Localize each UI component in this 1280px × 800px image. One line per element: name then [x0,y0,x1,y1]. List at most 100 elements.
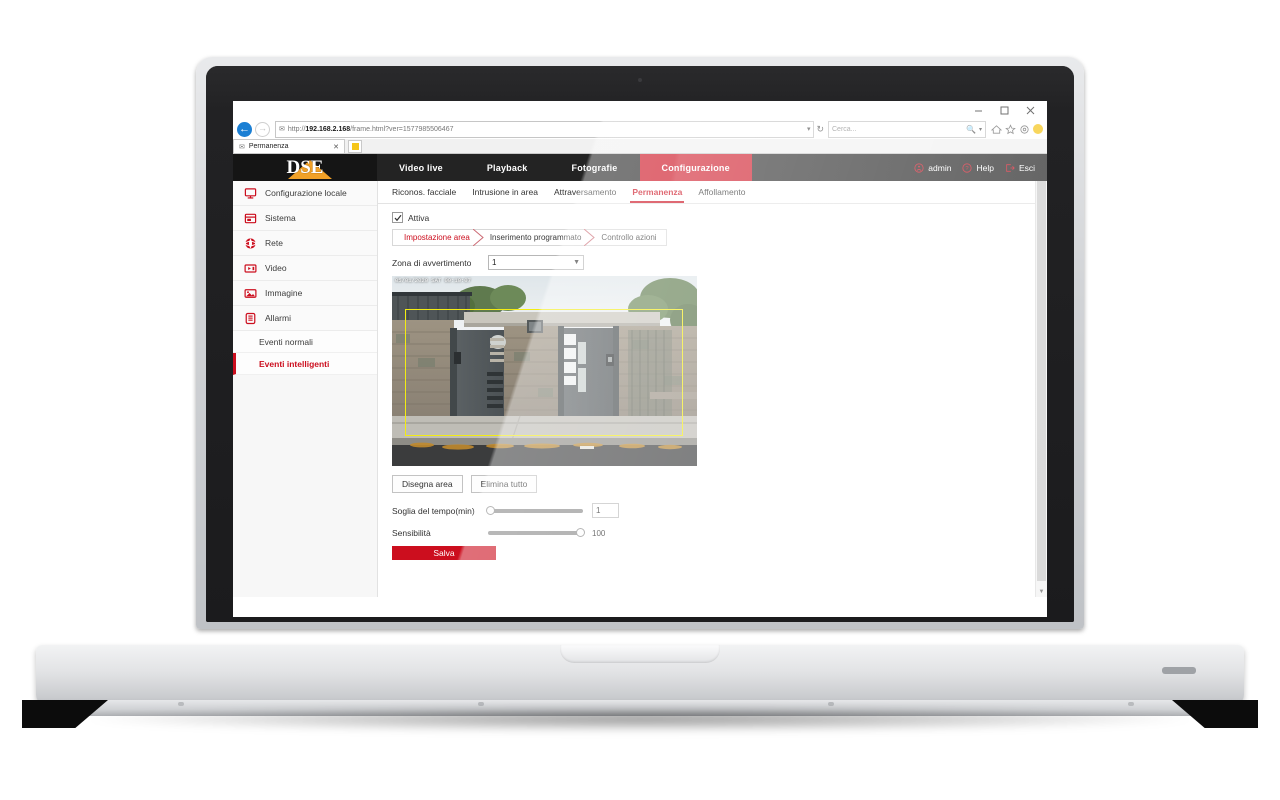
crumb-label: Inserimento programmato [489,233,582,242]
sidebar-item-sistema[interactable]: Sistema [233,206,377,231]
help-icon: ? [962,162,973,173]
refresh-icon[interactable]: ↻ [816,124,824,135]
crumb-arrow-icon [584,229,596,246]
screenshot-stage: ← → ✉ http:// 192.168.2.168 /frame.html?… [0,0,1280,800]
video-icon [244,263,257,273]
video-preview[interactable]: 05/01/2020 SAT 09:10:07 [392,276,697,466]
tab-intrusione-in-area[interactable]: Intrusione in area [464,181,546,203]
tab-attraversamento[interactable]: Attraversamento [546,181,624,203]
crumb-impostazione-area[interactable]: Impostazione area [392,229,484,246]
help-link[interactable]: ? Help [962,162,994,173]
detection-area-rectangle[interactable] [405,309,683,436]
url-path: /frame.html?ver=1577985506467 [350,125,454,133]
sidebar-item-configurazione-locale[interactable]: Configurazione locale [233,181,377,206]
back-icon[interactable]: ← [237,121,252,137]
browser-chrome: ← → ✉ http:// 192.168.2.168 /frame.html?… [233,101,1047,154]
sensitivity-row: Sensibilità 100 [392,528,1047,538]
user-menu[interactable]: admin [914,163,951,173]
sidebar-item-video[interactable]: Video [233,256,377,281]
sidebar-subitem-eventi-normali[interactable]: Eventi normali [233,331,377,353]
sidebar-item-immagine[interactable]: Immagine [233,281,377,306]
sidebar-item-allarmi[interactable]: Allarmi [233,306,377,331]
sidebar: Configurazione locale Sistema Rete Video [233,181,378,597]
page-icon: ✉ [239,143,245,151]
app-body: Configurazione locale Sistema Rete Video [233,181,1047,597]
base-port [1162,667,1196,674]
gear-icon[interactable] [1019,124,1030,135]
user-icon [914,162,924,173]
tab-permanenza[interactable]: Permanenza [624,181,690,203]
help-label: Help [976,162,994,173]
sidebar-subitem-eventi-intelligenti[interactable]: Eventi intelligenti [233,353,377,375]
crumb-inserimento-programmato[interactable]: Inserimento programmato [478,229,596,246]
crumb-label: Impostazione area [404,233,470,242]
top-navigation: DSE Video live Playback Fotografie Confi… [233,154,1047,181]
home-icon[interactable] [991,124,1002,135]
sidebar-label: Configurazione locale [265,188,347,198]
time-threshold-label: Soglia del tempo(min) [392,505,475,516]
search-input[interactable]: Cerca... 🔍 ▾ [828,120,986,138]
browser-tab-strip: ✉ Permanenza ✕ [233,139,1047,154]
nav-playback[interactable]: Playback [465,154,550,181]
search-icon[interactable]: 🔍 [966,125,976,134]
feedback-smiley-icon[interactable] [1033,124,1043,134]
step-breadcrumb: Impostazione area Inserimento programmat… [392,229,667,246]
logout-label: Esci [1018,162,1035,173]
minimize-button[interactable] [965,103,991,118]
new-tab-button[interactable] [348,140,362,153]
logo-text: DSE [286,157,324,178]
delete-all-button[interactable]: Elimina tutto [470,475,538,493]
page-icon: ✉ [279,126,285,133]
time-threshold-value[interactable]: 1 [592,503,619,518]
attiva-checkbox[interactable] [392,212,403,223]
scrollbar-thumb[interactable] [1037,181,1046,581]
sidebar-item-rete[interactable]: Rete [233,231,377,256]
zone-row: Zona di avvertimento 1 ▼ [378,246,1047,270]
slider-handle[interactable] [486,505,495,515]
chevron-down-icon[interactable]: ▾ [803,125,811,133]
new-tab-icon [351,143,359,150]
network-icon [244,237,257,249]
browser-tab[interactable]: ✉ Permanenza ✕ [233,139,345,153]
content-panel: Riconos. facciale Intrusione in area Att… [378,181,1047,597]
tab-close-icon[interactable]: ✕ [333,143,339,151]
nav-video-live[interactable]: Video live [377,154,465,181]
nav-fotografie[interactable]: Fotografie [550,154,640,181]
slider-handle[interactable] [576,528,585,537]
maximize-button[interactable] [991,103,1017,118]
feature-tabs: Riconos. facciale Intrusione in area Att… [378,181,1047,204]
zone-select[interactable]: 1 ▼ [488,255,584,270]
base-notch [560,645,720,663]
sidebar-label: Sistema [265,213,296,223]
window-controls [965,103,1043,118]
address-input[interactable]: ✉ http:// 192.168.2.168 /frame.html?ver=… [275,120,815,138]
video-osd-timestamp: 05/01/2020 SAT 09:10:07 [395,277,471,284]
tab-affollamento[interactable]: Affollamento [690,181,753,203]
topnav-items: Video live Playback Fotografie Configura… [377,154,752,181]
webcam-icon [638,78,642,82]
browser-tab-title: Permanenza [248,143,289,150]
tab-riconos-facciale[interactable]: Riconos. facciale [384,181,464,203]
search-placeholder: Cerca... [832,125,857,133]
crumb-controllo-azioni[interactable]: Controllo azioni [590,229,667,246]
nav-configurazione[interactable]: Configurazione [639,154,752,181]
logout-icon [1006,163,1015,172]
vertical-scrollbar[interactable]: ▼ [1035,181,1047,597]
draw-area-button[interactable]: Disegna area [392,475,463,493]
favorites-star-icon[interactable] [1005,123,1016,135]
url-prefix: http:// [287,125,306,133]
svg-text:?: ? [966,166,970,172]
save-button[interactable]: Salva [392,546,496,560]
area-buttons: Disegna area Elimina tutto [392,475,1047,493]
chevron-down-icon[interactable]: ▾ [979,126,982,133]
close-button[interactable] [1017,103,1043,118]
sensitivity-slider[interactable] [488,528,585,537]
time-threshold-slider[interactable] [486,505,583,515]
logout-link[interactable]: Esci [1005,163,1035,173]
zone-select-value: 1 [492,258,497,267]
scroll-down-arrow-icon[interactable]: ▼ [1036,586,1047,597]
topnav-account-area: admin ? Help Esci [914,154,1047,181]
username-label: admin [928,162,952,173]
browser-toolbar-icons [991,123,1043,135]
forward-icon[interactable]: → [255,121,270,137]
